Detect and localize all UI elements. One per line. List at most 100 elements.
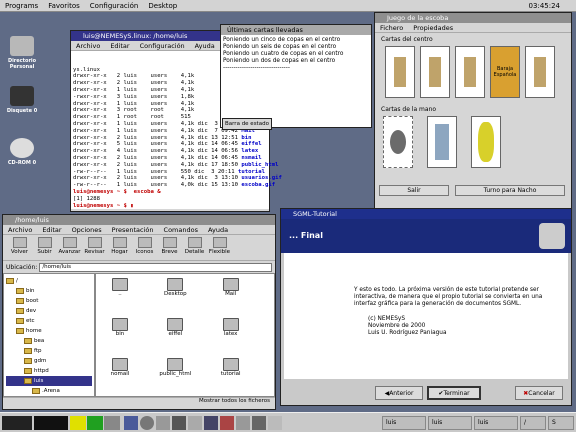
fm-menu-opciones[interactable]: Opciones [67, 226, 107, 234]
folder-icon [6, 278, 14, 284]
back-button[interactable]: Volver [7, 237, 32, 258]
fm-menu-editar[interactable]: Editar [37, 226, 66, 234]
deck-card[interactable]: Baraja Española [490, 46, 520, 98]
tree-item[interactable]: gdm [6, 356, 92, 366]
tree-item[interactable]: dev [6, 306, 92, 316]
coins-icon [478, 122, 494, 162]
escoba-menu-fichero[interactable]: Fichero [375, 24, 408, 32]
launcher-icon[interactable] [236, 415, 250, 430]
launcher-icon[interactable] [252, 415, 266, 430]
center-card-1[interactable] [385, 46, 415, 98]
terminal-filename: eiffel [241, 141, 262, 148]
file-icon-item[interactable]: eiffel [157, 318, 193, 352]
sgml-titlebar[interactable]: SGML-Tutorial [281, 209, 571, 219]
file-icon-item[interactable]: public_html [157, 358, 193, 392]
cards-log-title[interactable]: Últimas cartas llevadas [221, 25, 371, 35]
fm-tree[interactable]: / bin boot dev etc home bea ftp gdm httpd luis .Are… [3, 273, 95, 397]
term-menu-editar[interactable]: Editar [105, 42, 134, 50]
turno-button[interactable]: Turno para Nacho [455, 185, 565, 196]
terminar-button[interactable]: ✔ Terminar [427, 386, 481, 400]
hand-card-1[interactable] [383, 116, 413, 168]
menu-desktop[interactable]: Desktop [143, 2, 182, 10]
icons-view-button[interactable]: Iconos [132, 237, 157, 258]
tree-item[interactable]: bea [6, 336, 92, 346]
launcher-icon[interactable] [204, 415, 218, 430]
term-menu-ayuda[interactable]: Ayuda [190, 42, 220, 50]
flexible-view-button[interactable]: Flexible [207, 237, 232, 258]
fm-menu-presentacion[interactable]: Presentación [107, 226, 159, 234]
launcher-icon[interactable] [140, 415, 154, 430]
tree-item[interactable]: home [6, 326, 92, 336]
escoba-menu-propiedades[interactable]: Propiedades [408, 24, 458, 32]
cpu-monitor-icon [2, 415, 32, 430]
task-sgml[interactable]: S [548, 415, 574, 430]
escoba-titlebar[interactable]: Juego de la escoba [375, 13, 571, 23]
flexible-view-icon [212, 237, 227, 248]
center-card-2[interactable] [420, 46, 450, 98]
home-button[interactable]: Hogar [107, 237, 132, 258]
tree-item[interactable]: httpd [6, 366, 92, 376]
terminal-line-text: drwxr-xr-x 2 luis users 4,1k [73, 134, 195, 141]
launcher-icon[interactable] [268, 415, 282, 430]
desktop-icon-cdrom[interactable]: CD-ROM 0 [2, 138, 42, 166]
fm-titlebar[interactable]: /home/luis [3, 215, 275, 225]
brief-view-button[interactable]: Breve [157, 237, 182, 258]
launcher-icon[interactable] [172, 415, 186, 430]
task-luis-1[interactable]: luis [382, 415, 426, 430]
launcher-icon[interactable] [188, 415, 202, 430]
file-label: eiffel [168, 331, 183, 337]
folder-icon [24, 378, 32, 384]
launcher-icon[interactable] [220, 415, 234, 430]
tree-item[interactable]: .dia [6, 396, 92, 397]
hand-card-3[interactable] [471, 116, 501, 168]
launcher-icon[interactable] [156, 415, 170, 430]
detail-view-button[interactable]: Detalle [182, 237, 207, 258]
task-luis-3[interactable]: luis [474, 415, 518, 430]
desktop-icon-floppy[interactable]: Disquete 0 [2, 86, 42, 114]
menu-programs[interactable]: Programs [0, 2, 43, 10]
pager-desktop-2[interactable] [87, 415, 103, 430]
fm-menu-comandos[interactable]: Comandos [159, 226, 203, 234]
location-input[interactable]: /home/luis [39, 262, 272, 272]
center-card-5[interactable] [525, 46, 555, 98]
fm-menu-ayuda[interactable]: Ayuda [203, 226, 233, 234]
cancelar-button[interactable]: ✖ Cancelar [515, 386, 563, 400]
launcher-icon[interactable] [124, 415, 138, 430]
up-button[interactable]: Subir [32, 237, 57, 258]
fm-file-grid[interactable]: .. Desktop Mail bin eiffel latex nomail public_… [95, 273, 275, 397]
terminal-line-text: drwxr-xr-x 4 luis users 4,1k [73, 148, 195, 155]
task-root[interactable]: / [520, 415, 546, 430]
file-icon-item[interactable]: latex [213, 318, 249, 352]
term-menu-archivo[interactable]: Archivo [71, 42, 105, 50]
file-icon-item[interactable]: Desktop [157, 278, 193, 312]
tree-item[interactable]: / [6, 276, 92, 286]
forward-button[interactable]: Avanzar [57, 237, 82, 258]
tree-item[interactable]: .Arena [6, 386, 92, 396]
pager-desktop-1[interactable] [70, 415, 86, 430]
desktop-icon-home[interactable]: Directorio Personal [2, 36, 42, 70]
file-icon-item[interactable]: nomail [102, 358, 138, 392]
tree-item[interactable]: bin [6, 286, 92, 296]
term-menu-configuracion[interactable]: Configuración [135, 42, 190, 50]
pager-desktop-3[interactable] [104, 415, 120, 430]
task-luis-2[interactable]: luis [428, 415, 472, 430]
folder-icon [112, 318, 128, 331]
tree-item[interactable]: etc [6, 316, 92, 326]
file-icon-item[interactable]: bin [102, 318, 138, 352]
tree-item[interactable]: luis [6, 376, 92, 386]
menu-configuracion[interactable]: Configuración [85, 2, 144, 10]
menu-favoritos[interactable]: Favoritos [43, 2, 85, 10]
tree-item[interactable]: ftp [6, 346, 92, 356]
file-icon-item[interactable]: tutorial [213, 358, 249, 392]
fm-menu-archivo[interactable]: Archivo [3, 226, 37, 234]
center-card-3[interactable] [455, 46, 485, 98]
salir-button[interactable]: Salir [379, 185, 449, 196]
hand-card-2[interactable] [427, 116, 457, 168]
terminal-pid: [1] 1288 [73, 195, 100, 202]
file-icon-item[interactable]: Mail [213, 278, 249, 312]
terminal-date: dic 14 06:56 [194, 148, 242, 155]
tree-item[interactable]: boot [6, 296, 92, 306]
anterior-button[interactable]: ◀ Anterior [375, 386, 423, 400]
rescan-button[interactable]: Revisar [82, 237, 107, 258]
file-icon-item[interactable]: .. [102, 278, 138, 312]
